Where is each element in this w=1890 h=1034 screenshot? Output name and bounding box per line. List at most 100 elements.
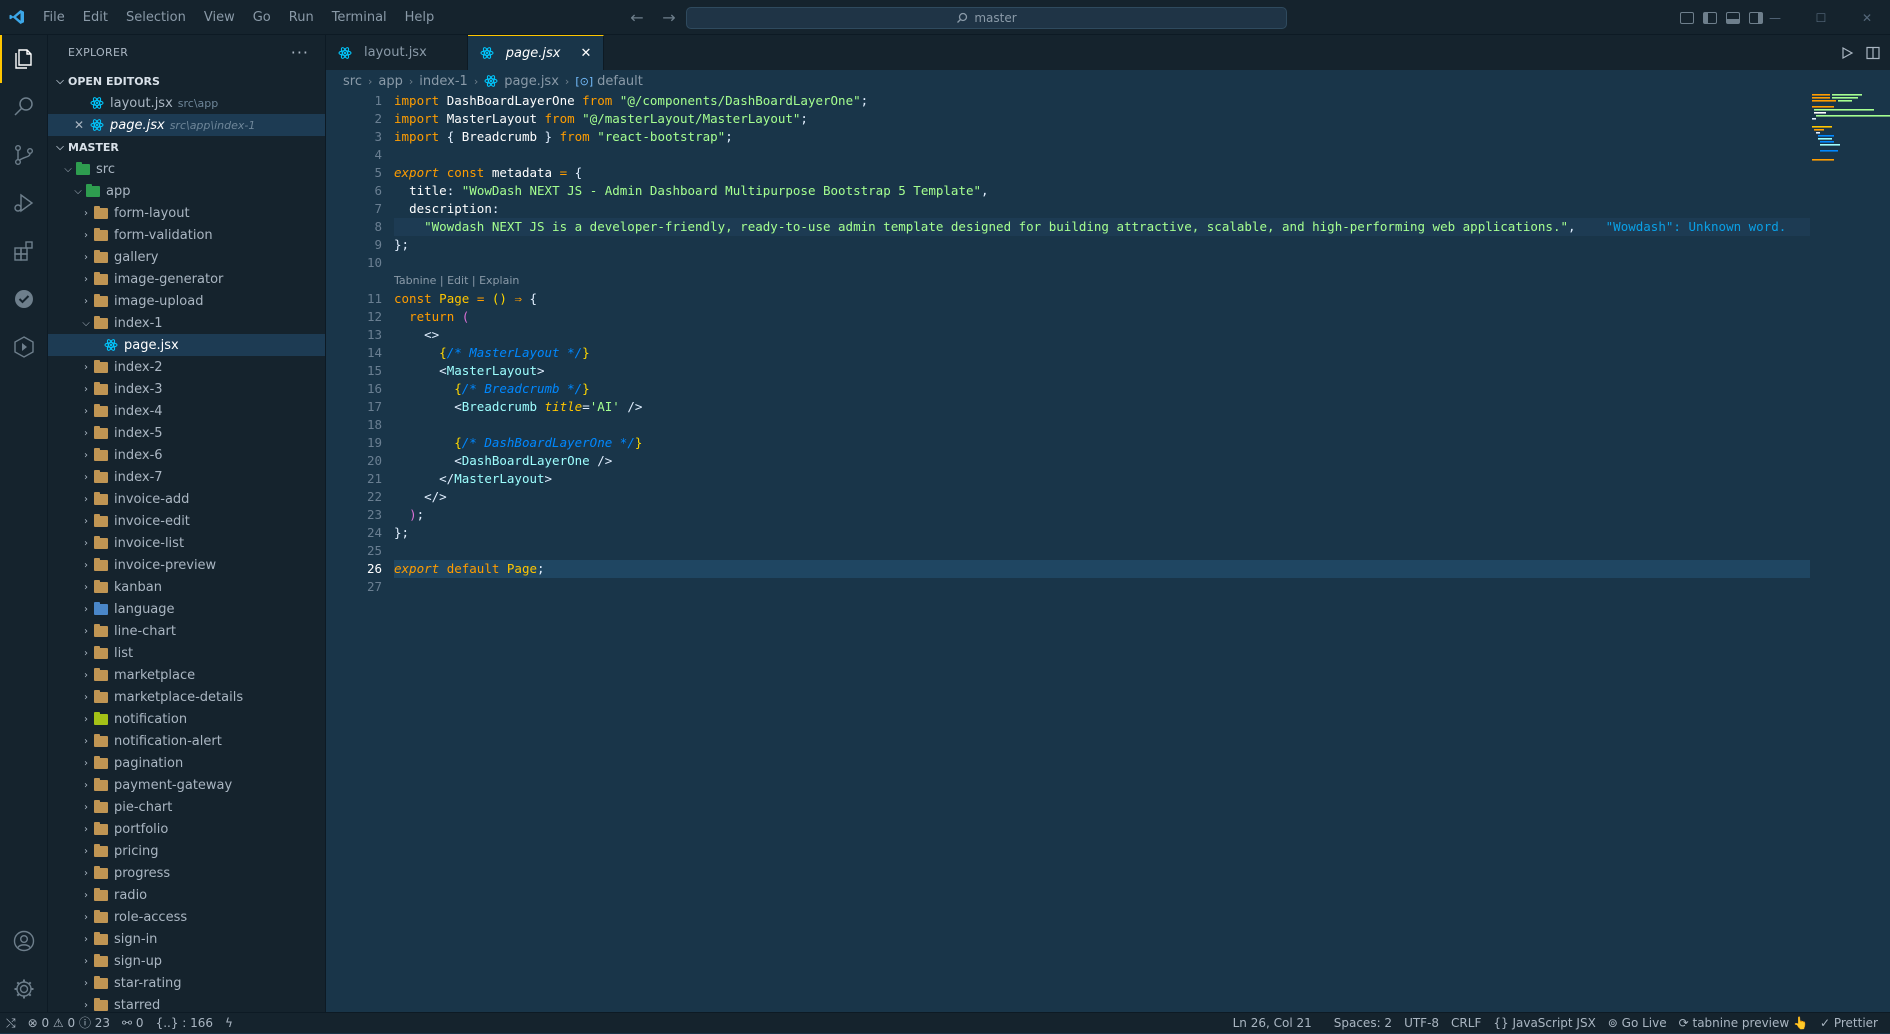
open-editor-item[interactable]: ✕ page.jsx src\app\index-1 <box>48 114 325 136</box>
code-line[interactable]: title: "WowDash NEXT JS - Admin Dashboar… <box>394 182 1810 200</box>
code-line[interactable]: <> <box>394 326 1810 344</box>
tree-folder-item[interactable]: › marketplace <box>48 664 325 686</box>
tabnine-status[interactable]: ⟳ tabnine preview 👆 <box>1673 1013 1814 1034</box>
symbols-indicator[interactable]: {..} : 166 <box>150 1013 219 1034</box>
tree-folder-item[interactable]: › form-validation <box>48 224 325 246</box>
problems-indicator[interactable]: ⊗ 0 ⚠ 0 ⓘ 23 <box>22 1013 116 1034</box>
source-control-icon[interactable] <box>0 131 48 179</box>
close-icon[interactable]: ✕ <box>580 46 591 61</box>
tree-folder-item[interactable]: › notification <box>48 708 325 730</box>
code-line[interactable]: description: <box>394 200 1810 218</box>
tree-folder-item[interactable]: › line-chart <box>48 620 325 642</box>
tree-folder-item[interactable]: ⌵ index-1 <box>48 312 325 334</box>
tree-folder-item[interactable]: › invoice-edit <box>48 510 325 532</box>
open-editor-item[interactable]: layout.jsx src\app <box>48 92 325 114</box>
menu-terminal[interactable]: Terminal <box>323 0 396 35</box>
indentation[interactable]: Spaces: 2 <box>1328 1013 1398 1034</box>
tree-folder-item[interactable]: › marketplace-details <box>48 686 325 708</box>
settings-gear-icon[interactable] <box>0 965 48 1013</box>
minimap[interactable] <box>1810 92 1890 1012</box>
tree-folder-item[interactable]: › gallery <box>48 246 325 268</box>
tree-folder-item[interactable]: › invoice-preview <box>48 554 325 576</box>
menu-go[interactable]: Go <box>244 0 280 35</box>
toggle-panel-icon[interactable] <box>1726 11 1740 24</box>
tree-file-item[interactable]: page.jsx <box>48 334 325 356</box>
close-window-icon[interactable]: ✕ <box>1844 0 1890 35</box>
tree-folder-item[interactable]: › radio <box>48 884 325 906</box>
tree-folder-item[interactable]: › index-3 <box>48 378 325 400</box>
back-arrow-icon[interactable]: ← <box>628 8 646 27</box>
tab-page-jsx[interactable]: page.jsx ✕ <box>467 35 605 70</box>
breadcrumb-item[interactable]: src <box>343 74 362 89</box>
code-line[interactable]: }; <box>394 524 1810 542</box>
customize-layout-icon[interactable] <box>1680 11 1694 24</box>
account-icon[interactable] <box>0 917 48 965</box>
tree-folder-item[interactable]: › list <box>48 642 325 664</box>
tree-folder-item[interactable]: › pricing <box>48 840 325 862</box>
tree-folder-item[interactable]: › image-generator <box>48 268 325 290</box>
split-editor-icon[interactable] <box>1866 46 1880 60</box>
tree-folder-item[interactable]: › role-access <box>48 906 325 928</box>
testing-icon[interactable] <box>0 275 48 323</box>
open-editors-header[interactable]: ⌵ OPEN EDITORS <box>48 70 325 92</box>
tree-folder-item[interactable]: › sign-in <box>48 928 325 950</box>
code-line[interactable]: export default Page; <box>394 560 1810 578</box>
menu-file[interactable]: File <box>34 0 74 35</box>
command-center-search[interactable]: master <box>686 7 1287 29</box>
forward-arrow-icon[interactable]: → <box>660 8 678 27</box>
tree-folder-item[interactable]: › pie-chart <box>48 796 325 818</box>
run-file-icon[interactable] <box>1840 46 1854 60</box>
minimize-icon[interactable]: — <box>1752 0 1798 35</box>
code-line[interactable]: export const metadata = { <box>394 164 1810 182</box>
more-actions-icon[interactable]: ··· <box>291 43 309 62</box>
code-line[interactable]: </MasterLayout> <box>394 470 1810 488</box>
code-line[interactable]: <Breadcrumb title='AI' /> <box>394 398 1810 416</box>
code-editor[interactable]: 1 2 3 4 5 6 7 8 9 10 11 12 13 14 15 16 17 18 19 20 21 22 23 24 2… <box>326 92 1890 1012</box>
code-line[interactable]: import { Breadcrumb } from "react-bootst… <box>394 128 1810 146</box>
cursor-position[interactable]: Ln 26, Col 21 <box>1227 1013 1318 1034</box>
code-line[interactable]: {/* DashBoardLayerOne */} <box>394 434 1810 452</box>
code-line[interactable]: import MasterLayout from "@/masterLayout… <box>394 110 1810 128</box>
search-icon[interactable] <box>0 83 48 131</box>
encoding[interactable]: UTF-8 <box>1398 1013 1445 1034</box>
extensions-icon[interactable] <box>0 227 48 275</box>
tree-folder-item[interactable]: › form-layout <box>48 202 325 224</box>
menu-selection[interactable]: Selection <box>117 0 195 35</box>
tree-folder-item[interactable]: › payment-gateway <box>48 774 325 796</box>
run-debug-icon[interactable] <box>0 179 48 227</box>
language-mode[interactable]: {} JavaScript JSX <box>1487 1013 1601 1034</box>
close-icon[interactable]: ✕ <box>74 118 84 132</box>
code-line[interactable]: </> <box>394 488 1810 506</box>
code-line[interactable]: {/* Breadcrumb */} <box>394 380 1810 398</box>
tree-folder-item[interactable]: › image-upload <box>48 290 325 312</box>
code-line[interactable]: const Page = () ⇒ { <box>394 290 1810 308</box>
tab-layout-jsx[interactable]: layout.jsx <box>326 35 468 70</box>
tree-folder-item[interactable]: › notification-alert <box>48 730 325 752</box>
tree-folder-item[interactable]: › kanban <box>48 576 325 598</box>
breadcrumb-item[interactable]: default <box>597 74 643 89</box>
workspace-header[interactable]: ⌵ MASTER <box>48 136 325 158</box>
lightning-icon[interactable]: ϟ <box>219 1013 239 1034</box>
tree-folder-item[interactable]: ⌵ src <box>48 158 325 180</box>
menu-edit[interactable]: Edit <box>74 0 117 35</box>
tree-folder-item[interactable]: › star-rating <box>48 972 325 994</box>
code-line[interactable]: "Wowdash NEXT JS is a developer-friendly… <box>394 218 1810 236</box>
code-line[interactable]: <MasterLayout> <box>394 362 1810 380</box>
code-area[interactable]: import DashBoardLayerOne from "@/compone… <box>394 92 1810 596</box>
tree-folder-item[interactable]: › invoice-add <box>48 488 325 510</box>
prettier-status[interactable]: ✓ Prettier <box>1814 1013 1884 1034</box>
code-line[interactable] <box>394 416 1810 434</box>
ports-indicator[interactable]: ⚯ 0 <box>116 1013 150 1034</box>
tree-folder-item[interactable]: › pagination <box>48 752 325 774</box>
remote-indicator-icon[interactable]: ⤭ <box>0 1013 22 1034</box>
code-line[interactable]: <DashBoardLayerOne /> <box>394 452 1810 470</box>
code-line[interactable] <box>394 254 1810 272</box>
menu-view[interactable]: View <box>195 0 244 35</box>
breadcrumb-item[interactable]: page.jsx <box>504 74 559 89</box>
tree-folder-item[interactable]: › sign-up <box>48 950 325 972</box>
code-line[interactable] <box>394 578 1810 596</box>
code-line[interactable]: }; <box>394 236 1810 254</box>
menu-help[interactable]: Help <box>396 0 444 35</box>
maximize-icon[interactable]: ☐ <box>1798 0 1844 35</box>
tree-folder-item[interactable]: › index-7 <box>48 466 325 488</box>
